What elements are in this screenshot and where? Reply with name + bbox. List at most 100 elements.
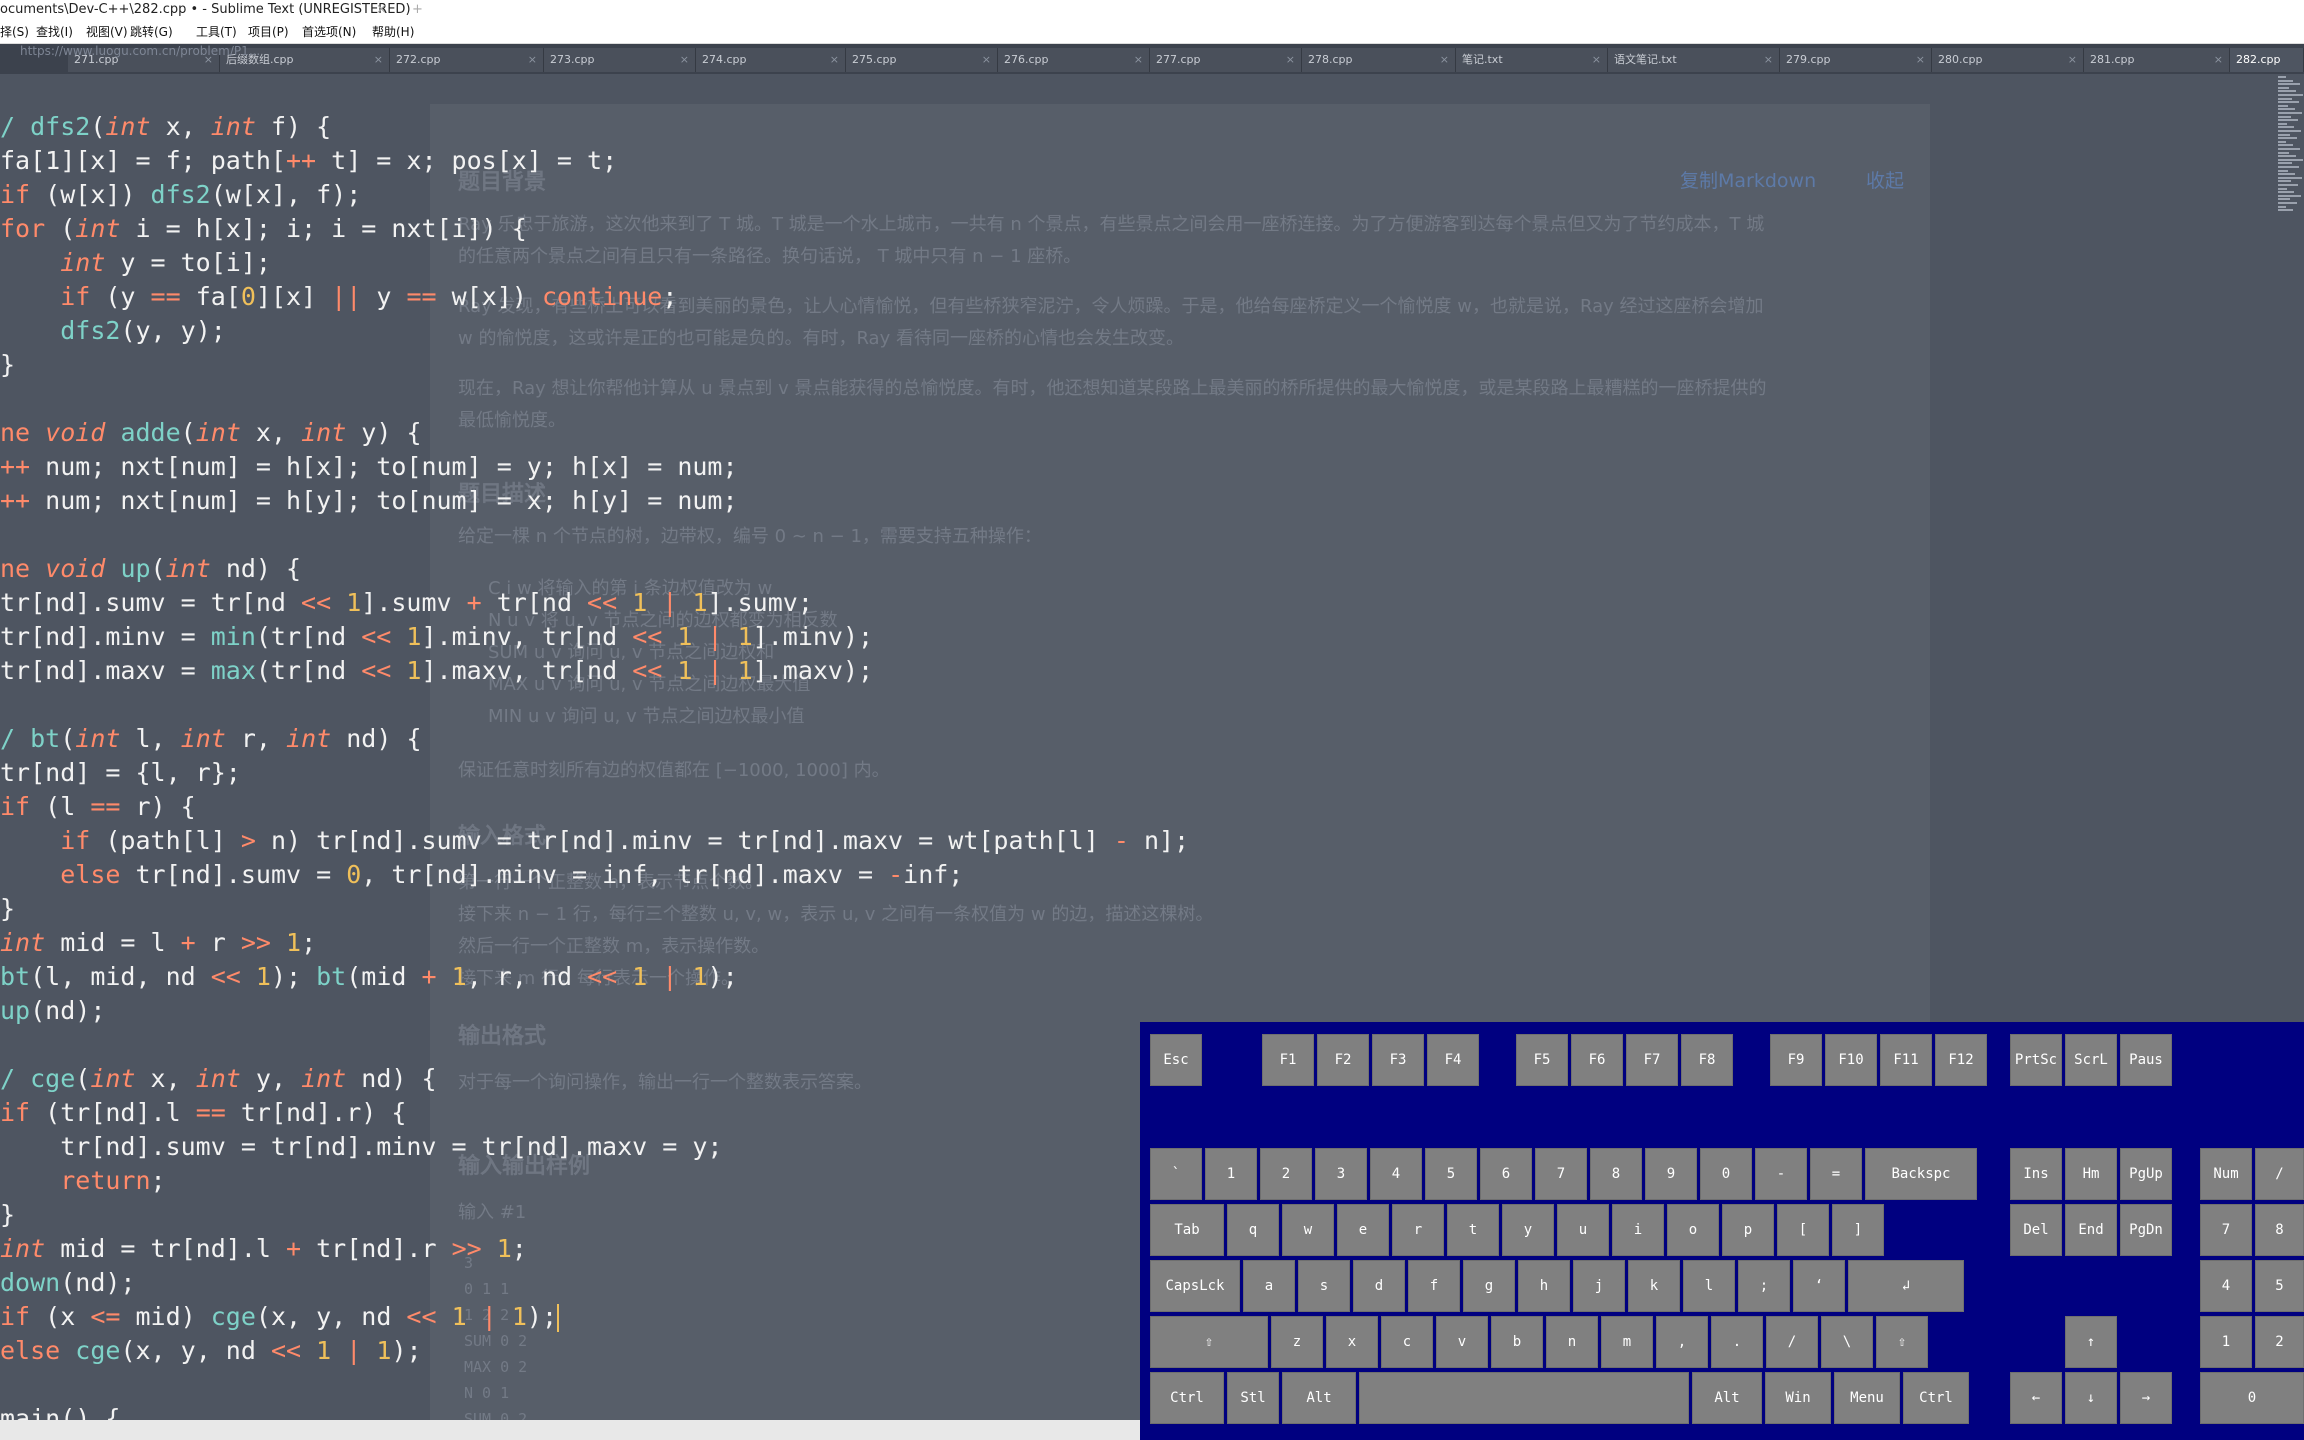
key[interactable]: F2 (1317, 1034, 1369, 1086)
file-tab[interactable]: 语文笔记.txt × (1608, 48, 1780, 72)
key[interactable]: t (1447, 1204, 1499, 1256)
code-line[interactable]: if (y == fa[0][x] || y == w[x]) continue… (0, 280, 677, 314)
key[interactable]: Alt (1282, 1372, 1356, 1424)
key[interactable]: Ctrl (1150, 1372, 1224, 1424)
key[interactable]: r (1392, 1204, 1444, 1256)
key[interactable]: Alt (1692, 1372, 1762, 1424)
key[interactable]: F7 (1626, 1034, 1678, 1086)
file-tab[interactable]: 273.cpp × (544, 48, 696, 72)
code-line[interactable]: bt(l, mid, nd << 1); bt(mid + 1, r, nd <… (0, 960, 738, 994)
code-line[interactable]: if (l == r) { (0, 790, 196, 824)
code-line[interactable]: if (tr[nd].l == tr[nd].r) { (0, 1096, 406, 1130)
key[interactable]: Tab (1150, 1204, 1224, 1256)
file-tab[interactable]: 282.cpp (2230, 48, 2304, 72)
file-tab[interactable]: 272.cpp × (390, 48, 544, 72)
key[interactable]: F10 (1825, 1034, 1877, 1086)
key[interactable]: Paus (2120, 1034, 2172, 1086)
tab-close-icon[interactable]: × (1134, 48, 1143, 72)
key[interactable]: = (1810, 1148, 1862, 1200)
key[interactable]: Del (2010, 1204, 2062, 1256)
key[interactable]: j (1573, 1260, 1625, 1312)
key[interactable]: o (1667, 1204, 1719, 1256)
key[interactable]: PgDn (2120, 1204, 2172, 1256)
key[interactable]: ↲ (1848, 1260, 1964, 1312)
menu-item[interactable]: 首选项(N) (302, 20, 356, 44)
key[interactable]: ` (1150, 1148, 1202, 1200)
tab-close-icon[interactable]: × (830, 48, 839, 72)
file-tab[interactable]: 笔记.txt × (1456, 48, 1608, 72)
menu-item[interactable]: 视图(V) (86, 20, 128, 44)
code-line[interactable]: tr[nd].maxv = max(tr[nd << 1].maxv, tr[n… (0, 654, 873, 688)
title-tab-add-icon[interactable]: + (412, 0, 423, 20)
code-line[interactable]: / bt(int l, int r, int nd) { (0, 722, 422, 756)
key[interactable]: F11 (1880, 1034, 1932, 1086)
key[interactable]: Ctrl (1903, 1372, 1969, 1424)
menu-item[interactable]: 择(S) (0, 20, 29, 44)
key[interactable]: y (1502, 1204, 1554, 1256)
key[interactable]: f (1408, 1260, 1460, 1312)
key[interactable]: , (1656, 1316, 1708, 1368)
key[interactable]: F5 (1516, 1034, 1568, 1086)
key[interactable]: F9 (1770, 1034, 1822, 1086)
tab-close-icon[interactable]: × (1764, 48, 1773, 72)
key[interactable]: u (1557, 1204, 1609, 1256)
key[interactable]: x (1326, 1316, 1378, 1368)
title-tab-close-icon[interactable]: × (376, 0, 387, 20)
code-line[interactable]: up(nd); (0, 994, 105, 1028)
tab-close-icon[interactable]: × (1592, 48, 1601, 72)
code-line[interactable]: int mid = tr[nd].l + tr[nd].r >> 1; (0, 1232, 527, 1266)
tab-close-icon[interactable]: × (2214, 48, 2223, 72)
key[interactable]: → (2120, 1372, 2172, 1424)
file-tab[interactable]: 280.cpp × (1932, 48, 2084, 72)
key[interactable]: 3 (1315, 1148, 1367, 1200)
menu-item[interactable]: 查找(I) (36, 20, 73, 44)
key[interactable]: 0 (2200, 1372, 2304, 1424)
tab-close-icon[interactable]: × (1916, 48, 1925, 72)
key[interactable]: ↓ (2065, 1372, 2117, 1424)
key[interactable]: ← (2010, 1372, 2062, 1424)
key[interactable]: F6 (1571, 1034, 1623, 1086)
key[interactable]: F1 (1262, 1034, 1314, 1086)
code-line[interactable]: if (path[l] > n) tr[nd].sumv = tr[nd].mi… (0, 824, 1189, 858)
key[interactable]: d (1353, 1260, 1405, 1312)
key[interactable]: i (1612, 1204, 1664, 1256)
file-tab[interactable]: 275.cpp × (846, 48, 998, 72)
key[interactable]: Ins (2010, 1148, 2062, 1200)
code-line[interactable]: ++ num; nxt[num] = h[x]; to[num] = y; h[… (0, 450, 738, 484)
key[interactable]: b (1491, 1316, 1543, 1368)
key[interactable]: z (1271, 1316, 1323, 1368)
key[interactable]: F3 (1372, 1034, 1424, 1086)
key[interactable]: c (1381, 1316, 1433, 1368)
key[interactable]: e (1337, 1204, 1389, 1256)
key[interactable]: Num (2200, 1148, 2252, 1200)
key[interactable]: ⇧ (1876, 1316, 1928, 1368)
code-line[interactable]: } (0, 348, 15, 382)
code-line[interactable]: down(nd); (0, 1266, 135, 1300)
key[interactable]: Esc (1150, 1034, 1202, 1086)
key[interactable]: ⇧ (1150, 1316, 1268, 1368)
code-line[interactable]: for (int i = h[x]; i; i = nxt[i]) { (0, 212, 527, 246)
code-line[interactable]: / cge(int x, int y, int nd) { (0, 1062, 437, 1096)
key[interactable]: 2 (2255, 1316, 2304, 1368)
key[interactable]: Hm (2065, 1148, 2117, 1200)
key[interactable]: Backspc (1865, 1148, 1977, 1200)
key[interactable]: 6 (1480, 1148, 1532, 1200)
key[interactable]: 2 (1260, 1148, 1312, 1200)
key[interactable]: Stl (1227, 1372, 1279, 1424)
file-tab[interactable]: 274.cpp × (696, 48, 846, 72)
menu-item[interactable]: 项目(P) (248, 20, 289, 44)
key[interactable]: 9 (1645, 1148, 1697, 1200)
key[interactable]: PgUp (2120, 1148, 2172, 1200)
tab-close-icon[interactable]: × (1286, 48, 1295, 72)
key[interactable]: 0 (1700, 1148, 1752, 1200)
file-tab[interactable]: 279.cpp × (1780, 48, 1932, 72)
key[interactable]: k (1628, 1260, 1680, 1312)
key[interactable]: 7 (2200, 1204, 2252, 1256)
code-line[interactable]: tr[nd].sumv = tr[nd].minv = tr[nd].maxv … (0, 1130, 722, 1164)
key[interactable]: F8 (1681, 1034, 1733, 1086)
key[interactable]: q (1227, 1204, 1279, 1256)
code-line[interactable]: ne void up(int nd) { (0, 552, 301, 586)
key[interactable]: a (1243, 1260, 1295, 1312)
key[interactable]: p (1722, 1204, 1774, 1256)
key[interactable]: Menu (1834, 1372, 1900, 1424)
